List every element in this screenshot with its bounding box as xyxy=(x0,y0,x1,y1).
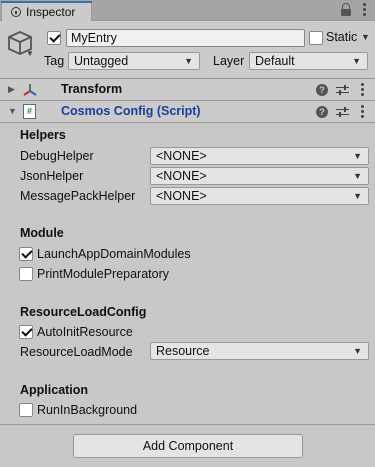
resource-load-config-section-title: ResourceLoadConfig xyxy=(20,305,147,319)
run-in-background-label: RunInBackground xyxy=(37,403,138,417)
run-in-background-toggle[interactable] xyxy=(19,403,33,417)
object-name-field[interactable]: MyEntry xyxy=(66,29,305,47)
divider xyxy=(0,424,375,425)
resource-load-mode-dropdown[interactable]: Resource ▼ xyxy=(150,342,369,360)
chevron-down-icon: ▼ xyxy=(352,56,361,66)
module-section-title: Module xyxy=(20,226,64,240)
lock-icon[interactable] xyxy=(339,2,353,17)
cosmos-config-title[interactable]: Cosmos Config (Script) xyxy=(61,104,201,118)
chevron-down-icon: ▼ xyxy=(184,56,193,66)
chevron-down-icon: ▼ xyxy=(353,346,362,356)
add-component-button[interactable]: Add Component xyxy=(73,434,303,458)
icon-dropdown-arrow[interactable]: ▼ xyxy=(26,49,34,58)
helpers-section-title: Helpers xyxy=(20,128,66,142)
component-menu-icon[interactable] xyxy=(357,82,367,97)
application-section-title: Application xyxy=(20,383,89,397)
tag-dropdown[interactable]: Untagged ▼ xyxy=(68,52,200,70)
static-dropdown-arrow[interactable]: ▼ xyxy=(361,32,370,42)
static-label: Static xyxy=(326,30,358,44)
tab-bar: Inspector xyxy=(0,0,375,21)
json-helper-value: <NONE> xyxy=(156,169,207,183)
cosmos-config-component-header[interactable]: ▼ # Cosmos Config (Script) ? xyxy=(0,101,375,123)
launch-app-domain-modules-toggle[interactable] xyxy=(19,247,33,261)
print-module-preparatory-label: PrintModulePreparatory xyxy=(37,267,170,281)
layer-label: Layer xyxy=(213,54,245,68)
transform-axes-icon xyxy=(23,84,37,96)
resource-load-mode-value: Resource xyxy=(156,344,210,358)
tab-menu-icon[interactable] xyxy=(359,2,369,17)
tag-value: Untagged xyxy=(74,54,129,68)
resource-load-mode-label: ResourceLoadMode xyxy=(20,345,133,359)
messagepack-helper-label: MessagePackHelper xyxy=(20,189,136,203)
chevron-down-icon: ▼ xyxy=(353,191,362,201)
tag-label: Tag xyxy=(44,54,65,68)
tab-label: Inspector xyxy=(26,5,76,19)
json-helper-label: JsonHelper xyxy=(20,169,84,183)
tab-accent xyxy=(1,1,92,3)
auto-init-resource-toggle[interactable] xyxy=(19,325,33,339)
layer-dropdown[interactable]: Default ▼ xyxy=(249,52,368,70)
print-module-preparatory-toggle[interactable] xyxy=(19,267,33,281)
json-helper-dropdown[interactable]: <NONE> ▼ xyxy=(150,167,369,185)
layer-value: Default xyxy=(255,54,295,68)
help-icon[interactable]: ? xyxy=(316,83,328,96)
debug-helper-value: <NONE> xyxy=(156,149,207,163)
active-toggle[interactable] xyxy=(47,31,61,45)
tab-inspector[interactable]: Inspector xyxy=(1,1,92,21)
debug-helper-label: DebugHelper xyxy=(20,149,94,163)
chevron-down-icon: ▼ xyxy=(353,151,362,161)
info-icon xyxy=(11,7,21,17)
messagepack-helper-dropdown[interactable]: <NONE> ▼ xyxy=(150,187,369,205)
messagepack-helper-value: <NONE> xyxy=(156,189,207,203)
auto-init-resource-label: AutoInitResource xyxy=(37,325,133,339)
presets-icon[interactable] xyxy=(336,84,349,96)
transform-title: Transform xyxy=(61,82,123,96)
component-menu-icon[interactable] xyxy=(357,104,367,119)
foldout-collapsed-icon[interactable]: ▶ xyxy=(8,84,15,95)
launch-app-domain-modules-label: LaunchAppDomainModules xyxy=(37,247,191,261)
presets-icon[interactable] xyxy=(336,106,349,118)
static-toggle[interactable] xyxy=(309,31,323,45)
transform-component-header[interactable]: ▶ Transform ? xyxy=(0,79,375,101)
gameobject-header: ▼ MyEntry Static ▼ Tag Untagged ▼ Layer … xyxy=(0,21,375,79)
foldout-expanded-icon[interactable]: ▼ xyxy=(8,106,17,116)
help-icon[interactable]: ? xyxy=(316,105,328,118)
script-icon: # xyxy=(23,104,36,119)
debug-helper-dropdown[interactable]: <NONE> ▼ xyxy=(150,147,369,165)
chevron-down-icon: ▼ xyxy=(353,171,362,181)
